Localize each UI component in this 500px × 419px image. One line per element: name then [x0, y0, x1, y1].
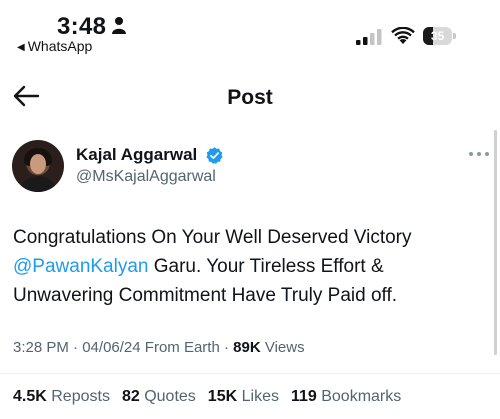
scrollbar[interactable] [494, 130, 497, 355]
quotes-stat[interactable]: 82 Quotes [122, 388, 196, 405]
engagement-stats: 4.5K Reposts 82 Quotes 15K Likes 119 Bookma… [13, 388, 413, 406]
status-time: 3:48 [57, 13, 107, 40]
bookmarks-stat[interactable]: 119 Bookmarks [291, 388, 401, 405]
views-label: Views [264, 339, 305, 356]
mention-link[interactable]: @PawanKalyan [13, 256, 148, 277]
author-name[interactable]: Kajal Aggarwal [76, 145, 197, 165]
post-time[interactable]: 3:28 PM [13, 339, 69, 356]
page-title: Post [227, 86, 273, 109]
signal-icon [356, 29, 382, 45]
battery-percent: 35 [430, 29, 445, 43]
post-meta: 3:28 PM · 04/06/24 From Earth · 89K View… [13, 339, 305, 356]
post-date[interactable]: 04/06/24 [82, 339, 140, 356]
back-triangle-icon: ◀ [17, 42, 25, 53]
avatar[interactable] [12, 140, 64, 192]
post-text: Congratulations On Your Well Deserved Vi… [13, 223, 483, 310]
back-app-label: WhatsApp [27, 38, 93, 54]
verified-badge-icon [206, 147, 223, 164]
person-icon [112, 17, 126, 34]
likes-stat[interactable]: 15K Likes [208, 388, 279, 405]
author-handle[interactable]: @MsKajalAggarwal [76, 168, 216, 186]
post-location: From Earth [144, 339, 220, 356]
wifi-icon [391, 27, 415, 44]
views-count: 89K [233, 339, 261, 356]
reposts-stat[interactable]: 4.5K Reposts [13, 388, 110, 405]
battery-icon: 35 [423, 27, 459, 45]
back-to-whatsapp-link[interactable]: ◀ WhatsApp [17, 38, 92, 54]
post-text-part: Congratulations On Your Well Deserved Vi… [13, 227, 412, 248]
more-icon[interactable] [468, 150, 490, 158]
divider [0, 373, 500, 374]
